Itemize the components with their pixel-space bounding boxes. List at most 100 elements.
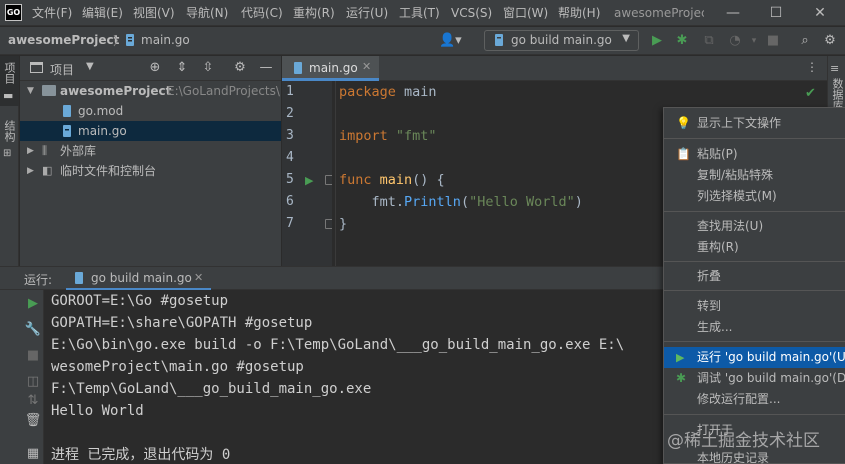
trash-icon[interactable]: 🗑: [24, 412, 42, 430]
camera-icon[interactable]: ◫: [24, 373, 42, 391]
tree-item-label: main.go: [78, 124, 127, 138]
debug-bug-icon[interactable]: ✱: [673, 32, 691, 50]
menu-item-modify-run-config[interactable]: 修改运行配置...: [664, 389, 845, 410]
menu-item-goto[interactable]: 转到: [664, 296, 845, 317]
chevron-right-icon[interactable]: ▶: [27, 161, 34, 181]
console-line: 进程 已完成，退出代码为 0: [51, 447, 231, 463]
chevron-down-icon[interactable]: ▼: [27, 81, 34, 101]
go-file-icon: [75, 272, 83, 284]
tree-item-go-mod[interactable]: go.mod: [20, 101, 281, 121]
menu-tools[interactable]: 工具(T): [399, 0, 440, 26]
console-line: F:\Temp\GoLand\___go_build_main_go.exe: [51, 381, 372, 397]
go-file-icon: [495, 34, 503, 46]
line-number: 2: [286, 106, 294, 121]
run-tab-label: go build main.go: [91, 271, 192, 285]
menu-code[interactable]: 代码(C): [241, 0, 283, 26]
run-toolbar: ▶ 🔧 ■ ◫ ⇅ 🗑 ▦: [0, 290, 44, 464]
navigation-bar: awesomeProject 〉 main.go 👤▾ go build mai…: [0, 27, 845, 55]
breadcrumb-file[interactable]: main.go: [141, 33, 190, 47]
tree-item-project-root[interactable]: ▼ awesomeProject E:\GoLandProjects\: [20, 81, 281, 101]
run-configuration-select[interactable]: go build main.go ▼: [484, 30, 639, 51]
string-token: "fmt": [395, 128, 437, 144]
code-line-6: fmt.Println("Hello World"): [339, 191, 583, 213]
menu-run[interactable]: 运行(U): [346, 0, 388, 26]
menu-item-refactor[interactable]: 重构(R): [664, 237, 845, 258]
close-tab-icon[interactable]: ✕: [362, 60, 371, 73]
expand-all-icon[interactable]: ⇕: [173, 59, 191, 77]
more-run-options-icon[interactable]: ▾: [745, 32, 763, 50]
run-console[interactable]: GOROOT=E:\Go #gosetup GOPATH=E:\share\GO…: [44, 290, 663, 464]
menu-item-generate[interactable]: 生成...: [664, 317, 845, 338]
menu-item-folding[interactable]: 折叠: [664, 266, 845, 287]
menu-item-debug[interactable]: ✱ 调试 'go build main.go'(D): [664, 368, 845, 389]
code-editor[interactable]: package main import "fmt" func main() { …: [332, 81, 663, 266]
keyword-token: package: [339, 84, 396, 100]
window-title: awesomeProject: [614, 6, 704, 20]
search-icon[interactable]: ⌕: [796, 32, 814, 50]
menu-navigate[interactable]: 导航(N): [186, 0, 228, 26]
tree-item-external-libraries[interactable]: ▶ ⫼ 外部库: [20, 141, 281, 161]
close-window-button[interactable]: ✕: [800, 0, 840, 26]
menu-edit[interactable]: 编辑(E): [82, 0, 123, 26]
punctuation-token: ): [574, 194, 583, 210]
stop-icon[interactable]: ■: [764, 32, 782, 50]
menu-item-column-selection[interactable]: 列选择模式(M): [664, 186, 845, 207]
tree-item-main-go[interactable]: main.go: [20, 121, 281, 141]
collapse-all-icon[interactable]: ⇳: [199, 59, 217, 77]
layout-icon[interactable]: ▦: [24, 445, 42, 463]
tree-item-label: awesomeProject: [60, 84, 172, 98]
editor-context-menu: 💡 显示上下文操作 📋 粘贴(P) 复制/粘贴特殊 列选择模式(M) 查找用法(…: [663, 107, 845, 464]
punctuation-token: (: [460, 194, 470, 210]
menu-item-show-context-actions[interactable]: 💡 显示上下文操作: [664, 113, 845, 134]
sort-icon[interactable]: ⇅: [24, 392, 42, 410]
profile-icon[interactable]: ◔: [726, 32, 744, 50]
menu-item-copy-paste-special[interactable]: 复制/粘贴特殊: [664, 165, 845, 186]
menu-vcs[interactable]: VCS(S): [451, 0, 492, 26]
settings-gear-icon[interactable]: ⚙: [821, 32, 839, 50]
menu-separator: [664, 341, 845, 342]
inspection-ok-icon[interactable]: ✔: [805, 86, 816, 101]
coverage-icon[interactable]: ⧉: [700, 32, 718, 50]
menu-view[interactable]: 视图(V): [133, 0, 175, 26]
chevron-down-icon[interactable]: ▼: [86, 61, 94, 72]
folder-icon: [42, 85, 56, 96]
menu-help[interactable]: 帮助(H): [558, 0, 600, 26]
structure-tool-tab[interactable]: 结构: [2, 120, 17, 142]
menu-item-run[interactable]: ▶ 运行 'go build main.go'(U): [664, 347, 845, 368]
clipboard-icon: 📋: [676, 147, 691, 161]
menu-file[interactable]: 文件(F): [32, 0, 72, 26]
chevron-right-icon[interactable]: ▶: [27, 141, 34, 161]
settings-gear-icon[interactable]: ⚙: [231, 59, 249, 77]
menu-window[interactable]: 窗口(W): [503, 0, 548, 26]
menu-separator: [664, 138, 845, 139]
stop-icon[interactable]: ■: [24, 347, 42, 365]
menu-item-find-usages[interactable]: 查找用法(U): [664, 216, 845, 237]
close-tab-icon[interactable]: ✕: [194, 271, 203, 284]
project-tool-tab[interactable]: 项目: [2, 62, 17, 84]
run-tab[interactable]: go build main.go ✕: [66, 267, 211, 291]
rerun-icon[interactable]: ▶: [24, 295, 42, 313]
line-number: 6: [286, 194, 294, 209]
breadcrumb-project[interactable]: awesomeProject: [8, 33, 119, 47]
tree-item-scratches[interactable]: ▶ ◧ 临时文件和控制台: [20, 161, 281, 181]
function-name-token: main: [379, 172, 413, 188]
console-line: Hello World: [51, 403, 144, 419]
minimize-button[interactable]: —: [713, 0, 753, 26]
run-icon[interactable]: ▶: [648, 32, 666, 50]
more-tabs-icon[interactable]: ⋮: [806, 60, 818, 74]
go-mod-file-icon: [63, 105, 71, 117]
menu-refactor[interactable]: 重构(R): [293, 0, 335, 26]
scratch-file-icon: ◧: [42, 164, 53, 177]
lightbulb-icon: 💡: [676, 116, 691, 130]
maximize-button[interactable]: ☐: [756, 0, 796, 26]
locate-file-icon[interactable]: ⊕: [146, 59, 164, 77]
project-panel-title[interactable]: 项目: [50, 61, 74, 78]
editor-tab-main-go[interactable]: main.go ✕: [282, 56, 379, 81]
run-gutter-icon[interactable]: ▶: [305, 174, 313, 187]
goland-logo-icon: GO: [5, 4, 22, 21]
account-icon[interactable]: 👤▾: [439, 33, 466, 48]
hide-panel-icon[interactable]: —: [257, 59, 275, 77]
string-token: "Hello World": [469, 194, 575, 210]
wrench-icon[interactable]: 🔧: [24, 321, 42, 339]
menu-item-paste[interactable]: 📋 粘贴(P): [664, 144, 845, 165]
